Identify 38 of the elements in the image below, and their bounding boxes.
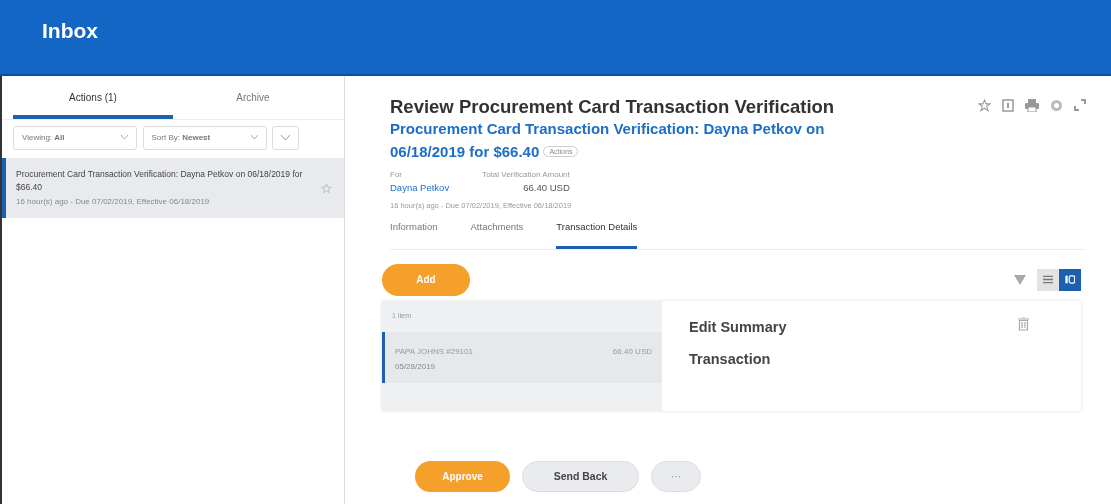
inbox-item[interactable]: Procurement Card Transaction Verification: Dayna Petkov on 06/18/2019 for $66.40 16 hour(s) ago - Due 07/02/2019, Effective 06/18/2019 [2, 157, 344, 219]
field-label: For [390, 168, 403, 181]
detail-view-icon [1065, 274, 1075, 286]
chevron-down-icon [281, 134, 290, 141]
task-title: Review Procurement Card Transaction Verification [390, 96, 835, 119]
list-view-button[interactable] [1037, 268, 1059, 291]
star-icon[interactable] [321, 182, 332, 194]
inbox-title: Inbox [42, 18, 99, 44]
inbox-tab[interactable]: Archive [173, 76, 333, 119]
settings-icon[interactable] [1050, 98, 1063, 112]
list-icon [1043, 275, 1053, 285]
filter-icon[interactable] [1014, 274, 1026, 285]
star-icon[interactable] [978, 98, 991, 112]
print-icon[interactable] [1025, 98, 1039, 112]
field-value-link[interactable]: Dayna Petkov [390, 180, 450, 195]
transaction-row[interactable]: PAPA JOHNS #29101 66.40 USD 05/28/2019 [382, 331, 662, 383]
transaction-amount: 66.40 USD [612, 345, 652, 358]
send-back-button[interactable]: Send Back [522, 461, 639, 492]
document-icon[interactable] [1002, 98, 1014, 112]
inbox-tab[interactable]: Actions (1) [13, 76, 173, 119]
detail-view-button[interactable] [1059, 268, 1081, 291]
task-tab[interactable]: Attachments [470, 211, 524, 249]
filter-dropdown[interactable]: Viewing: All [13, 125, 137, 150]
detail-title: Edit Summary [689, 318, 787, 338]
chevron-down-icon [121, 135, 128, 140]
inbox-item-meta: 16 hour(s) ago - Due 07/02/2019, Effective 06/18/2019 [16, 196, 211, 209]
field-value: 66.40 USD [522, 180, 570, 195]
trash-icon[interactable] [1018, 317, 1029, 332]
filter-dropdown[interactable]: Sort By: Newest [142, 125, 267, 150]
inbox-item-title: Procurement Card Transaction Verification: Dayna Petkov on 06/18/2019 for $66.40 [16, 167, 304, 194]
expand-icon[interactable] [1074, 98, 1086, 111]
chevron-down-icon [250, 135, 258, 140]
merchant-name: PAPA JOHNS #29101 [395, 345, 473, 358]
task-tab[interactable]: Transaction Details [556, 211, 638, 249]
field-label: Total Verification Amount [482, 168, 570, 181]
detail-subtitle: Transaction [689, 350, 772, 370]
transaction-date: 05/28/2019 [395, 360, 437, 373]
task-tab[interactable]: Information [390, 211, 438, 249]
